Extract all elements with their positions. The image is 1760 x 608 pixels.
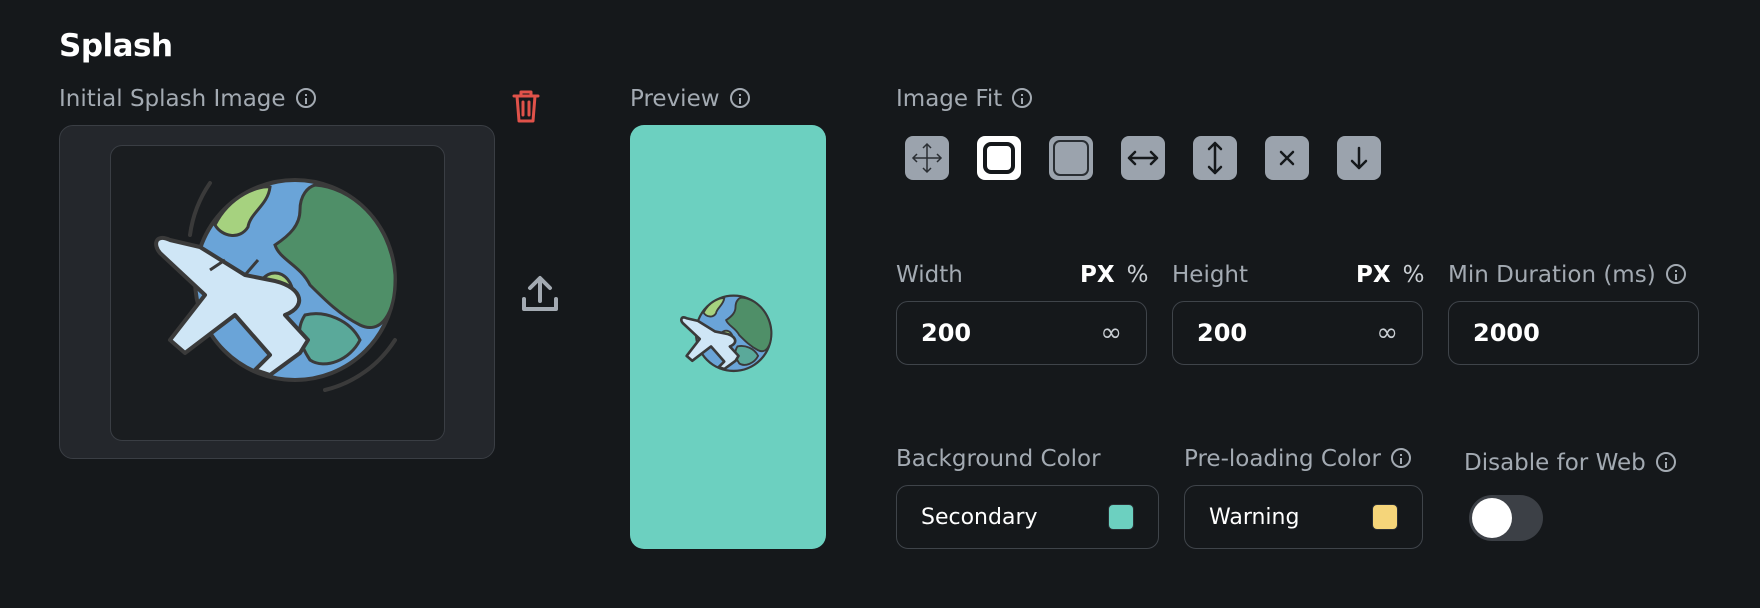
width-unit-toggle: PX% [1080,262,1148,288]
fit-cover-button[interactable] [1049,136,1093,180]
move-arrows-icon [911,142,943,174]
preloading-color-select[interactable]: Warning [1184,485,1423,549]
width-label: Width [896,262,963,288]
preloading-color-value: Warning [1209,504,1300,530]
background-color-swatch [1108,504,1134,530]
preloading-color-label: Pre-loading Color [1184,446,1381,472]
globe-airplane-image [150,165,410,420]
disable-web-label: Disable for Web [1464,450,1646,476]
infinity-icon[interactable]: ∞ [1100,318,1122,348]
image-fit-label-row: Image Fit [896,86,1033,112]
background-color-select[interactable]: Secondary [896,485,1159,549]
background-color-value: Secondary [921,504,1038,530]
preview-label-row: Preview [630,86,750,112]
height-label: Height [1172,262,1249,288]
width-input[interactable]: 200 ∞ [896,301,1147,365]
height-unit-percent[interactable]: % [1403,262,1425,288]
height-input[interactable]: 200 ∞ [1172,301,1423,365]
square-outline-icon [983,142,1015,174]
toggle-knob[interactable] [1472,498,1512,538]
width-unit-percent[interactable]: % [1127,262,1149,288]
horizontal-arrows-icon [1127,150,1159,166]
fit-fill-button[interactable] [905,136,949,180]
height-unit-px[interactable]: PX [1356,262,1391,288]
info-icon[interactable] [1390,447,1411,468]
section-title: Splash [59,28,173,64]
info-icon[interactable] [295,87,316,108]
fit-height-button[interactable] [1193,136,1237,180]
fit-scale-down-button[interactable] [1337,136,1381,180]
vertical-arrows-icon [1207,141,1223,175]
fit-none-button[interactable] [1265,136,1309,180]
initial-image-label: Initial Splash Image [59,86,286,112]
disable-web-label-row: Disable for Web [1464,450,1676,476]
initial-image-label-row: Initial Splash Image [59,86,316,112]
width-value[interactable]: 200 [921,319,1100,347]
min-duration-input[interactable]: 2000 [1448,301,1699,365]
height-value[interactable]: 200 [1197,319,1376,347]
image-fit-label: Image Fit [896,86,1003,112]
info-icon[interactable] [729,87,750,108]
info-icon[interactable] [1665,263,1686,284]
arrow-down-icon [1350,146,1368,170]
min-duration-label-row: Min Duration (ms) [1448,262,1686,288]
info-icon[interactable] [1012,87,1033,108]
width-unit-px[interactable]: PX [1080,262,1115,288]
infinity-icon[interactable]: ∞ [1376,318,1398,348]
square-filled-icon [1053,140,1089,176]
fit-contain-button[interactable] [977,136,1021,180]
info-icon[interactable] [1655,451,1676,472]
preloading-color-swatch [1372,504,1398,530]
preloading-color-label-row: Pre-loading Color [1184,446,1411,472]
trash-icon[interactable] [510,88,542,124]
preview-globe-airplane-image [679,290,777,386]
close-icon [1279,150,1295,166]
upload-icon[interactable] [519,273,561,315]
min-duration-value[interactable]: 2000 [1473,319,1674,347]
background-color-label: Background Color [896,446,1101,472]
fit-width-button[interactable] [1121,136,1165,180]
min-duration-label: Min Duration (ms) [1448,262,1656,288]
preview-label: Preview [630,86,720,112]
height-unit-toggle: PX% [1356,262,1424,288]
